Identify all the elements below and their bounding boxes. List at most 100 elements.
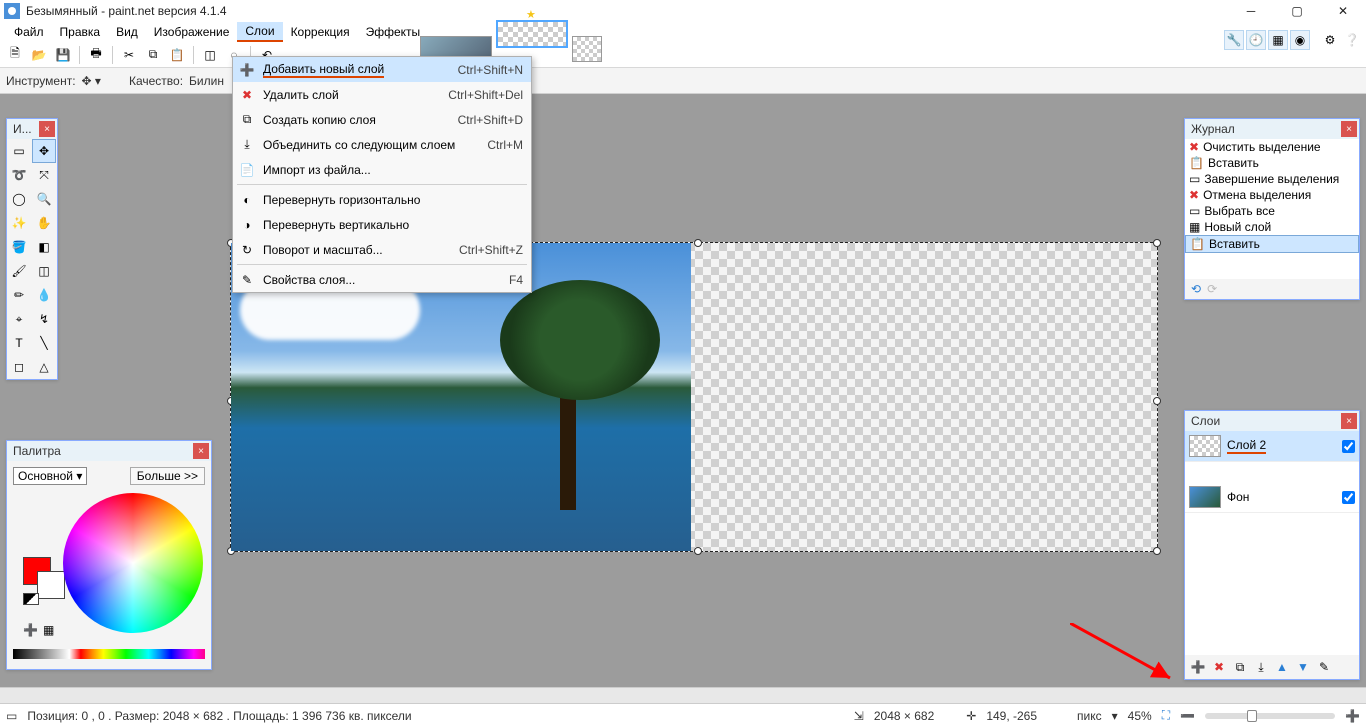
move-tool-icon[interactable]: ✥ ▾ xyxy=(82,74,101,88)
tool-eraser[interactable]: ◫ xyxy=(32,259,56,283)
tool-shapes2[interactable]: △ xyxy=(32,355,56,379)
paste-icon[interactable]: 📋 xyxy=(166,44,188,66)
handle-s[interactable] xyxy=(694,547,702,555)
handle-ne[interactable] xyxy=(1153,239,1161,247)
zoom-slider[interactable] xyxy=(1205,713,1335,719)
delete-layer-icon[interactable]: ✖ xyxy=(1210,658,1228,676)
layer-down-icon[interactable]: ▼ xyxy=(1294,658,1312,676)
layers-list[interactable]: Слой 2 Фон xyxy=(1185,431,1359,655)
tool-gradient[interactable]: ◧ xyxy=(32,235,56,259)
color-channel-select[interactable]: Основной ▾ xyxy=(13,467,87,485)
close-button[interactable]: ✕ xyxy=(1320,0,1366,22)
dd-item[interactable]: 📄Импорт из файла... xyxy=(233,157,531,182)
tool-ellipse-select[interactable]: ◯ xyxy=(7,187,31,211)
layer-item[interactable]: Фон xyxy=(1185,482,1359,513)
history-item[interactable]: 📋Вставить xyxy=(1185,235,1359,253)
palette-more-button[interactable]: Больше >> xyxy=(130,467,205,485)
maximize-button[interactable]: ▢ xyxy=(1274,0,1320,22)
copy-icon[interactable]: ⧉ xyxy=(142,44,164,66)
tool-line[interactable]: ╲ xyxy=(32,331,56,355)
layer-props-icon[interactable]: ✎ xyxy=(1315,658,1333,676)
crop-icon[interactable]: ◫ xyxy=(199,44,221,66)
dd-item[interactable]: ✎Свойства слоя...F4 xyxy=(233,267,531,292)
history-item[interactable]: 📋Вставить xyxy=(1185,155,1359,171)
handle-se[interactable] xyxy=(1153,547,1161,555)
layers-toggle[interactable]: ▦ xyxy=(1268,30,1288,50)
save-icon[interactable]: 💾 xyxy=(52,44,74,66)
tool-fill[interactable]: 🪣 xyxy=(7,235,31,259)
tools-toggle[interactable]: 🔧 xyxy=(1224,30,1244,50)
tool-magic-wand[interactable]: ✨ xyxy=(7,211,31,235)
tool-pan[interactable]: ✋ xyxy=(32,211,56,235)
quality-value[interactable]: Билин xyxy=(189,74,224,88)
undo-nav-icon[interactable]: ⟲ xyxy=(1191,282,1201,296)
menu-edit[interactable]: Правка xyxy=(52,23,109,41)
zoom-in-icon[interactable]: ➕ xyxy=(1345,709,1360,723)
palette-close[interactable]: × xyxy=(193,443,209,459)
history-item[interactable]: ▭Завершение выделения xyxy=(1185,171,1359,187)
layers-close[interactable]: × xyxy=(1341,413,1357,429)
merge-layer-icon[interactable]: ⤓ xyxy=(1252,658,1270,676)
layer-visible-checkbox[interactable] xyxy=(1342,491,1355,504)
layer-up-icon[interactable]: ▲ xyxy=(1273,658,1291,676)
layers-dropdown[interactable]: ➕Добавить новый слойCtrl+Shift+N✖Удалить… xyxy=(232,56,532,293)
print-icon[interactable]: 🖶 xyxy=(85,44,107,66)
tool-pencil[interactable]: ✏ xyxy=(7,283,31,307)
dd-item[interactable]: ◑Перевернуть вертикально xyxy=(233,212,531,237)
history-close[interactable]: × xyxy=(1341,121,1357,137)
tool-shapes[interactable]: ◻ xyxy=(7,355,31,379)
dd-item[interactable]: ➕Добавить новый слойCtrl+Shift+N xyxy=(233,57,531,82)
tool-recolor[interactable]: ↯ xyxy=(32,307,56,331)
tool-color-picker[interactable]: 💧 xyxy=(32,283,56,307)
history-item[interactable]: ✖Очистить выделение xyxy=(1185,139,1359,155)
tool-clone[interactable]: ⌖ xyxy=(7,307,31,331)
menu-view[interactable]: Вид xyxy=(108,23,146,41)
horizontal-scrollbar[interactable] xyxy=(0,687,1366,703)
redo-nav-icon[interactable]: ⟳ xyxy=(1207,282,1217,296)
tool-brush[interactable]: 🖌 xyxy=(7,259,31,283)
menu-image[interactable]: Изображение xyxy=(146,23,238,41)
layer-visible-checkbox[interactable] xyxy=(1342,440,1355,453)
dd-item[interactable]: ✖Удалить слойCtrl+Shift+Del xyxy=(233,82,531,107)
secondary-color-swatch[interactable] xyxy=(37,571,65,599)
zoom-window-icon[interactable]: ⛶ xyxy=(1162,708,1170,723)
menu-effects[interactable]: Эффекты xyxy=(358,23,429,41)
tool-text[interactable]: T xyxy=(7,331,31,355)
tool-zoom[interactable]: 🔍 xyxy=(32,187,56,211)
palette-options-icon[interactable]: ▦ xyxy=(43,623,54,637)
menu-file[interactable]: Файл xyxy=(6,23,52,41)
dd-item[interactable]: ⤓Объединить со следующим слоемCtrl+M xyxy=(233,132,531,157)
history-item[interactable]: ▭Выбрать все xyxy=(1185,203,1359,219)
layer-item[interactable]: Слой 2 xyxy=(1185,431,1359,462)
tools-panel-close[interactable]: × xyxy=(39,121,55,137)
minimize-button[interactable]: ─ xyxy=(1228,0,1274,22)
history-item[interactable]: ✖Отмена выделения xyxy=(1185,187,1359,203)
thumb-3[interactable] xyxy=(572,36,602,62)
dd-item[interactable]: ⧉Создать копию слояCtrl+Shift+D xyxy=(233,107,531,132)
settings-icon[interactable]: ⚙ xyxy=(1320,30,1340,50)
tool-lasso[interactable]: ➰ xyxy=(7,163,31,187)
menu-layers[interactable]: Слои xyxy=(237,22,282,42)
tool-move-selection[interactable]: ⤧ xyxy=(32,163,56,187)
cut-icon[interactable]: ✂ xyxy=(118,44,140,66)
colors-toggle[interactable]: ◉ xyxy=(1290,30,1310,50)
new-file-icon[interactable]: 🗎 xyxy=(4,44,26,66)
history-toggle[interactable]: 🕘 xyxy=(1246,30,1266,50)
handle-e[interactable] xyxy=(1153,397,1161,405)
color-swatches-strip[interactable] xyxy=(13,649,205,659)
thumb-2-active[interactable] xyxy=(496,20,568,48)
menu-adjust[interactable]: Коррекция xyxy=(283,23,358,41)
open-file-icon[interactable]: 📂 xyxy=(28,44,50,66)
history-list[interactable]: ✖Очистить выделение📋Вставить▭Завершение … xyxy=(1185,139,1359,279)
status-unit[interactable]: пикс xyxy=(1077,709,1102,723)
dd-item[interactable]: ↻Поворот и масштаб...Ctrl+Shift+Z xyxy=(233,237,531,262)
dd-item[interactable]: ◐Перевернуть горизонтально xyxy=(233,187,531,212)
duplicate-layer-icon[interactable]: ⧉ xyxy=(1231,658,1249,676)
tool-move[interactable]: ✥ xyxy=(32,139,56,163)
add-color-icon[interactable]: ➕ xyxy=(23,623,38,637)
reset-colors-icon[interactable] xyxy=(23,593,39,605)
handle-n[interactable] xyxy=(694,239,702,247)
color-wheel[interactable] xyxy=(63,493,203,633)
zoom-out-icon[interactable]: ➖ xyxy=(1180,709,1195,723)
add-layer-icon[interactable]: ➕ xyxy=(1189,658,1207,676)
